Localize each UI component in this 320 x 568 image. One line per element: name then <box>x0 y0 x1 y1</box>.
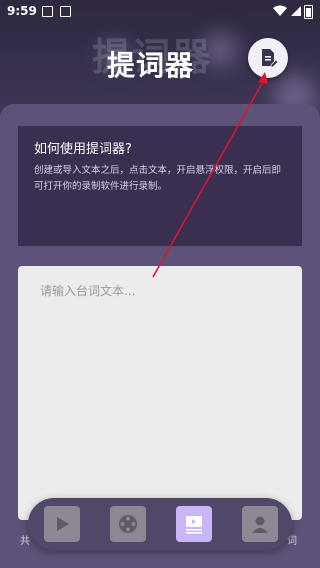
signal-icon <box>291 6 301 16</box>
status-time: 9:59 <box>7 4 37 18</box>
nav-teleprompter-button[interactable] <box>176 506 212 542</box>
help-text: 创建或导入文本之后，点击文本，开启悬浮权限，开启后即 可打开你的录制软件进行录制… <box>34 165 282 192</box>
document-edit-icon <box>262 49 279 68</box>
teleprompter-icon <box>186 516 202 534</box>
script-editor[interactable] <box>18 266 302 520</box>
nav-profile-button[interactable] <box>242 506 278 542</box>
side-label-left: 共 <box>20 536 30 547</box>
bottom-nav <box>28 498 292 550</box>
status-bar: 9:59 <box>0 0 320 24</box>
help-heading: 如何使用提词器? <box>34 142 132 157</box>
document-edit-button[interactable] <box>248 38 288 78</box>
image-notification-icon <box>42 6 53 17</box>
battery-icon <box>304 5 313 19</box>
profile-icon <box>252 516 268 533</box>
app-notification-icon <box>60 6 71 17</box>
nav-play-button[interactable] <box>44 506 80 542</box>
nav-video-button[interactable] <box>110 506 146 542</box>
script-text-input[interactable] <box>38 280 292 302</box>
help-card: 如何使用提词器? 创建或导入文本之后，点击文本，开启悬浮权限，开启后即 可打开你… <box>18 126 302 246</box>
wifi-icon <box>273 5 287 16</box>
play-icon <box>57 517 69 531</box>
page-title: 提词器 <box>107 49 195 82</box>
film-reel-icon <box>119 515 137 533</box>
